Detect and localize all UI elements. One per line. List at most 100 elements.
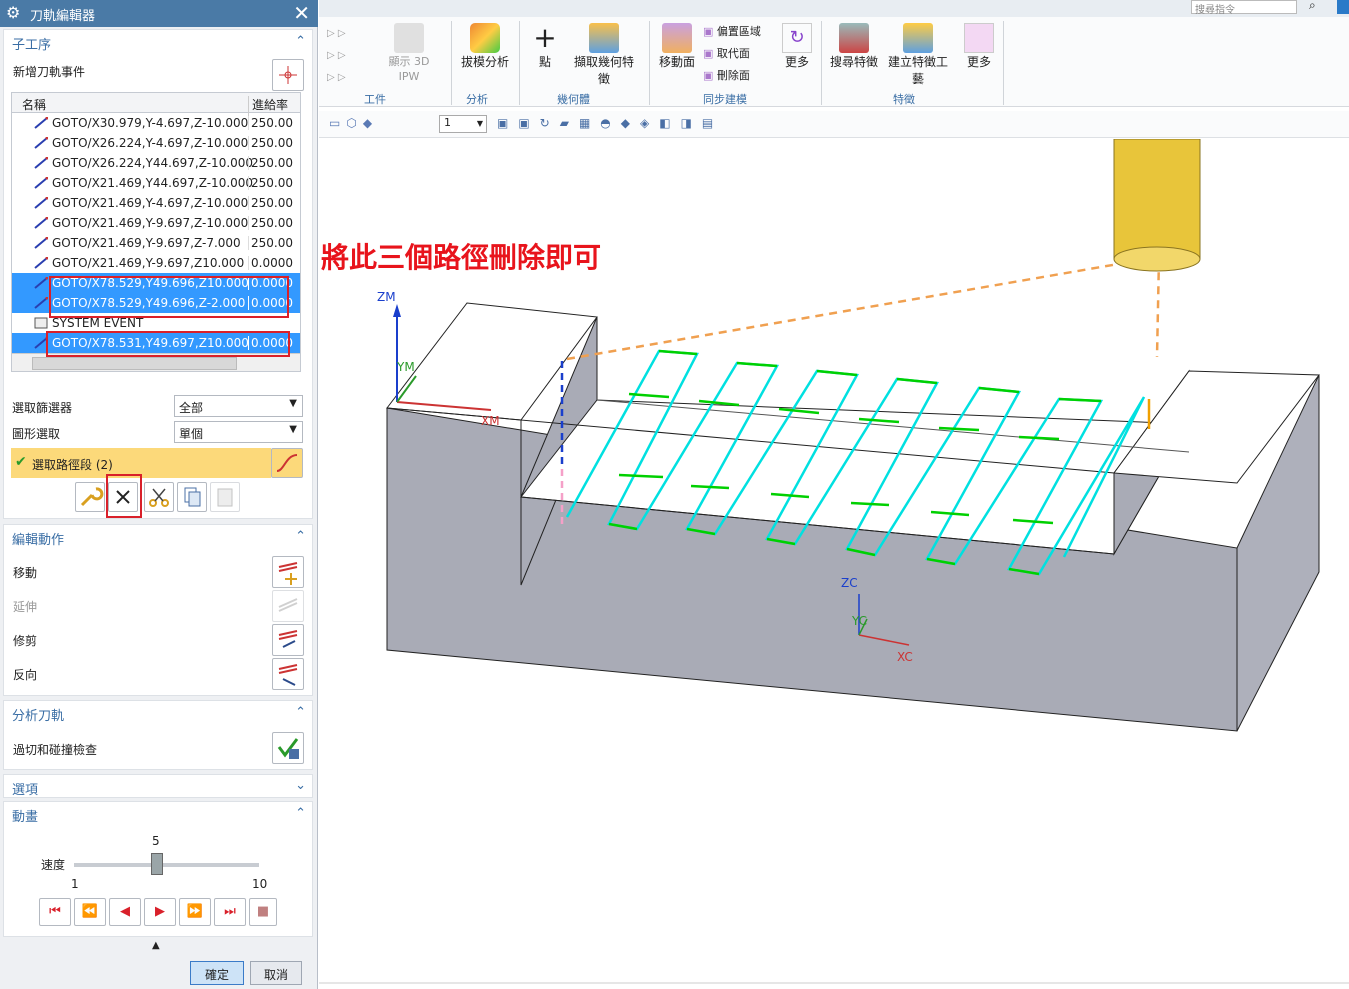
goto-line-icon <box>34 156 49 169</box>
row-feed: 250.00 <box>248 216 300 230</box>
reverse-icon <box>278 664 298 686</box>
row-feed: 250.00 <box>248 136 300 150</box>
point-label: 點 <box>538 55 551 69</box>
section-title-sub-operation[interactable]: 子工序 <box>12 34 51 53</box>
goto-line-icon <box>34 216 49 229</box>
graphics-viewport[interactable]: ZM YM XM ZC YC XC 將此三個路徑刪除即可 <box>319 139 1349 989</box>
graphic-value: 單個 <box>179 427 204 441</box>
row-feed: 250.00 <box>248 116 300 130</box>
last-frame-icon[interactable]: ⏭ <box>214 898 246 926</box>
prev-operation-icon[interactable]: ⏪ <box>74 898 106 926</box>
check-collision-icon <box>277 738 299 759</box>
close-icon[interactable]: ✕ <box>293 1 310 25</box>
tool-path-editor-panel: ⚙ 刀軌編輯器 ✕ 子工序 ⌃ 新增刀軌事件 名稱 進給率 GOTO/X30.9… <box>0 0 318 989</box>
graphic-select[interactable]: 單個 ▼ <box>174 421 303 443</box>
show-ipw-label: 顯示 3D IPW <box>388 55 430 83</box>
plus-icon: + <box>533 21 557 54</box>
toolpath-tree[interactable]: 名稱 進給率 GOTO/X30.979,Y-4.697,Z-10.000 250.… <box>11 92 301 372</box>
section-title-options[interactable]: 選項 <box>12 779 38 798</box>
refresh-icon: ↻ <box>782 23 812 53</box>
title-strip: 搜尋指令 ⌕ <box>319 0 1349 17</box>
stop-icon[interactable]: ■ <box>249 898 277 926</box>
toolbar-number: 1 <box>444 116 451 129</box>
show-ipw-button[interactable]: 顯示 3D IPW <box>377 23 441 83</box>
point-button[interactable]: + 點 <box>527 23 563 70</box>
extract-geometry-icon <box>589 23 619 53</box>
table-row[interactable]: GOTO/X21.469,Y-9.697,Z-7.000 250.00 <box>12 233 300 253</box>
table-row[interactable]: GOTO/X26.224,Y44.697,Z-10.000 250.00 <box>12 153 300 173</box>
reverse-button[interactable] <box>272 658 304 690</box>
table-row[interactable]: GOTO/X21.469,Y44.697,Z-10.000 250.00 <box>12 173 300 193</box>
table-row[interactable]: GOTO/X21.469,Y-4.697,Z-10.000 250.00 <box>12 193 300 213</box>
goto-line-icon <box>34 116 49 129</box>
wrench-button[interactable] <box>75 482 105 512</box>
first-frame-icon[interactable]: ⏮ <box>39 898 71 926</box>
row-name: GOTO/X26.224,Y-4.697,Z-10.000 <box>52 136 249 150</box>
step-back-icon[interactable]: ◀ <box>109 898 141 926</box>
section-title-animation[interactable]: 動畫 <box>12 806 38 825</box>
add-event-button[interactable] <box>272 59 304 91</box>
label-zc: ZC <box>841 576 858 590</box>
move-face-button[interactable]: 移動面 <box>655 23 699 70</box>
section-title-analyze[interactable]: 分析刀軌 <box>12 705 64 724</box>
more-feature-button[interactable]: 更多 <box>961 23 997 70</box>
group-geometry: 幾何體 <box>557 93 590 106</box>
chevron-up-icon[interactable]: ⌃ <box>295 806 306 821</box>
section-title-edit[interactable]: 編輯動作 <box>12 529 64 548</box>
toolbar-number-select[interactable]: 1 ▼ <box>439 115 487 133</box>
command-search-input[interactable]: 搜尋指令 <box>1191 0 1297 16</box>
table-row[interactable]: GOTO/X21.469,Y-9.697,Z-10.000 250.00 <box>12 213 300 233</box>
face-commands: ▣ 偏置區域 ▣ 取代面 ▣ 刪除面 <box>703 21 773 87</box>
chevron-down-icon[interactable]: ⌄ <box>295 778 306 793</box>
goto-line-icon <box>34 196 49 209</box>
create-feature-label: 建立特徵工藝 <box>887 55 948 86</box>
row-feed: 250.00 <box>248 196 300 210</box>
gear-icon[interactable]: ⚙ <box>6 3 20 22</box>
paste-button[interactable] <box>210 482 240 512</box>
label-ym: YM <box>396 360 415 374</box>
crosshair-icon <box>279 66 297 84</box>
extract-geometry-button[interactable]: 擷取幾何特徵 <box>569 23 639 87</box>
extend-button[interactable] <box>272 590 304 622</box>
curve-select-button[interactable] <box>271 448 303 478</box>
next-operation-icon[interactable]: ⏩ <box>179 898 211 926</box>
copy-button[interactable] <box>177 482 207 512</box>
ok-button[interactable]: 確定 <box>190 961 244 985</box>
search-icon[interactable]: ⌕ <box>1309 0 1316 13</box>
cancel-button[interactable]: 取消 <box>250 961 302 985</box>
more-sync-button[interactable]: ↻ 更多 <box>779 23 815 70</box>
draft-analysis-label: 拔模分析 <box>460 55 509 69</box>
chevron-up-icon[interactable]: ⌃ <box>295 705 306 720</box>
create-feature-group-button[interactable]: 建立特徵工藝 <box>883 23 953 87</box>
chevron-up-icon[interactable]: ⌃ <box>295 34 306 49</box>
workpiece-mini-buttons[interactable]: ▷ ▷ ▷ ▷ ▷ ▷ <box>327 23 372 87</box>
offset-region-button[interactable]: ▣ 偏置區域 <box>703 21 773 43</box>
table-row[interactable]: GOTO/X21.469,Y-9.697,Z10.000 0.0000 <box>12 253 300 273</box>
reverse-label: 反向 <box>13 668 38 682</box>
view-tools[interactable]: ▣▣↻▰▦◓◆◈◧◨▤ <box>497 116 837 132</box>
search-feature-button[interactable]: 搜尋特徵 <box>829 23 879 70</box>
gouge-check-button[interactable] <box>272 732 304 764</box>
replace-face-button[interactable]: ▣ 取代面 <box>703 43 773 65</box>
collapse-icon[interactable]: ▲ <box>152 940 160 951</box>
speed-slider-thumb[interactable] <box>151 853 164 875</box>
selection-tools[interactable]: ▭⬡◆ <box>329 116 419 132</box>
speed-slider[interactable] <box>74 863 259 867</box>
chevron-up-icon[interactable]: ⌃ <box>295 529 306 544</box>
play-icon[interactable]: ▶ <box>144 898 176 926</box>
trim-button[interactable] <box>272 624 304 656</box>
row-name: GOTO/X21.469,Y-9.697,Z-7.000 <box>52 236 241 250</box>
move-button[interactable] <box>272 556 304 588</box>
cut-button[interactable] <box>144 482 174 512</box>
draft-analysis-button[interactable]: 拔模分析 <box>459 23 511 70</box>
help-icon[interactable] <box>1337 0 1349 14</box>
secondary-toolbar: 1 ▼ ▭⬡◆ ▣▣↻▰▦◓◆◈◧◨▤ <box>319 111 1349 138</box>
table-row[interactable]: GOTO/X26.224,Y-4.697,Z-10.000 250.00 <box>12 133 300 153</box>
group-sync-modeling: 同步建模 <box>703 93 747 106</box>
more-sync-label: 更多 <box>784 55 809 69</box>
col-name[interactable]: 名稱 <box>22 96 46 113</box>
section-options: 選項 ⌄ <box>3 774 313 798</box>
delete-face-button[interactable]: ▣ 刪除面 <box>703 65 773 87</box>
filter-select[interactable]: 全部 ▼ <box>174 395 303 417</box>
table-row[interactable]: GOTO/X30.979,Y-4.697,Z-10.000 250.00 <box>12 113 300 133</box>
